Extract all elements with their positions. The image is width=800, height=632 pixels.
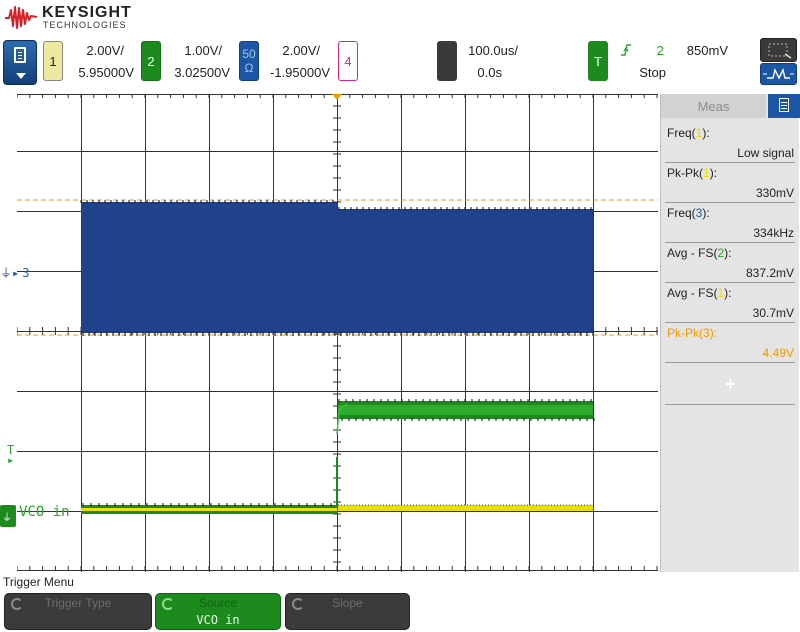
channel-3-impedance-unit: Ω — [244, 61, 254, 75]
meas-label: Freq(1): — [667, 126, 710, 140]
ground-icon: ⏚ — [2, 513, 12, 524]
meas-item[interactable]: Freq(1): Low signal — [665, 126, 796, 162]
trigger-level[interactable]: 850mV — [680, 43, 728, 58]
meas-value: 837.2mV — [745, 266, 794, 280]
meas-separator — [665, 362, 795, 363]
meas-value: 4.49V — [762, 346, 794, 360]
chevron-down-icon — [16, 73, 26, 79]
channel-1-number: 1 — [49, 53, 57, 69]
menu-title: Trigger Menu — [3, 575, 74, 589]
add-measurement-button[interactable]: + — [665, 366, 796, 402]
softkey-slope-label: Slope — [332, 596, 363, 610]
auto-scale-icon — [763, 67, 794, 80]
softkey-trigger-type-label: Trigger Type — [44, 596, 112, 610]
timebase-delay[interactable]: 0.0s — [462, 65, 502, 80]
meas-separator — [665, 242, 795, 243]
meas-value: 334kHz — [753, 226, 794, 240]
trigger-badge-label: T — [594, 53, 602, 69]
meas-value: 30.7mV — [752, 306, 794, 320]
channel-4-number: 4 — [344, 53, 352, 69]
channel-2-label: VCO in — [19, 504, 70, 520]
meas-label: Avg - FS(2): — [667, 246, 732, 260]
channel-2-badge[interactable]: 2 — [141, 41, 161, 81]
softkey-slope[interactable]: Slope — [285, 593, 410, 630]
channel-3-offset[interactable]: -1.95000V — [264, 65, 330, 80]
meas-item[interactable]: Avg - FS(1): 30.7mV — [665, 286, 796, 322]
waveform-display[interactable] — [17, 94, 658, 572]
add-plus-icon: + — [725, 374, 736, 394]
meas-separator — [665, 282, 795, 283]
channel-2-number: 2 — [147, 53, 155, 69]
channel-1-badge[interactable]: 1 — [43, 41, 63, 81]
softkey-source-label: Source — [198, 596, 238, 610]
meas-tab-label: Meas — [697, 98, 730, 114]
channel-3-scale[interactable]: 2.00V/ — [266, 43, 320, 58]
softkey-source[interactable]: Source VCO in — [155, 593, 281, 630]
trigger-level-marker[interactable]: T ▸ — [7, 444, 15, 467]
timebase-scale[interactable]: 100.0us/ — [462, 43, 518, 58]
channel-4-badge[interactable]: 4 — [338, 41, 358, 81]
meas-channel-ref: 3 — [703, 326, 710, 340]
auto-scale-button[interactable] — [760, 63, 797, 85]
channel-1-offset[interactable]: 5.95000V — [70, 65, 134, 80]
softkey-trigger-type[interactable]: Trigger Type — [4, 593, 152, 630]
right-arrow-icon: ▸ — [7, 453, 15, 467]
trigger-time-marker — [332, 94, 342, 100]
acquisition-state: Stop — [639, 65, 666, 80]
screen-select-icon — [768, 43, 792, 59]
channel-3-ground-marker[interactable]: ⏚▸ 3 — [0, 264, 29, 281]
meas-value: 330mV — [755, 186, 794, 200]
meas-separator — [665, 202, 795, 203]
channel-3-trace — [80, 200, 594, 336]
meas-separator — [665, 162, 795, 163]
rising-edge-icon — [621, 44, 631, 56]
meas-label: Freq(3): — [667, 206, 710, 220]
meas-tab[interactable]: Meas — [661, 94, 766, 118]
channel-3-marker-label: 3 — [22, 266, 30, 280]
keysight-logo: KEYSIGHT TECHNOLOGIES — [4, 2, 134, 32]
channel-2-ground-marker[interactable]: ⏚ — [0, 505, 16, 527]
channel-2-scale[interactable]: 1.00V/ — [168, 43, 222, 58]
trigger-badge[interactable]: T — [588, 41, 608, 81]
main-menu-button[interactable] — [3, 40, 37, 85]
meas-label: Pk-Pk(3): — [667, 326, 718, 340]
meas-label: Avg - FS(1): — [667, 286, 732, 300]
channel-3-badge[interactable]: 50 Ω — [239, 41, 259, 81]
channel-1-scale[interactable]: 2.00V/ — [70, 43, 124, 58]
meas-item[interactable]: Pk-Pk(1): 330mV — [665, 166, 796, 202]
keysight-wave-icon — [5, 6, 38, 29]
horizontal-badge[interactable] — [437, 41, 457, 81]
measure-list-button[interactable] — [768, 94, 800, 118]
screen-capture-button[interactable] — [760, 38, 797, 62]
measurements-panel: Meas Freq(1): Low signal Pk-Pk(1): 330mV Fre… — [660, 94, 800, 572]
meas-item[interactable]: Avg - FS(2): 837.2mV — [665, 246, 796, 282]
meas-item[interactable]: Freq(3): 334kHz — [665, 206, 796, 242]
ground-icon: ⏚▸ — [0, 266, 20, 280]
meas-item[interactable]: Pk-Pk(3): 4.49V — [665, 326, 796, 362]
channel-2-offset[interactable]: 3.02500V — [168, 65, 230, 80]
channel-3-impedance-value: 50 — [242, 47, 256, 61]
trigger-source[interactable]: 2 — [650, 43, 664, 58]
softkey-source-value: VCO in — [196, 613, 240, 627]
meas-label: Pk-Pk(1): — [667, 166, 718, 180]
menu-document-icon — [14, 47, 26, 63]
meas-value: Low signal — [737, 146, 794, 160]
meas-channel-ref: 1 — [703, 166, 710, 180]
meas-separator — [665, 322, 795, 323]
brand-sub: TECHNOLOGIES — [43, 20, 127, 30]
